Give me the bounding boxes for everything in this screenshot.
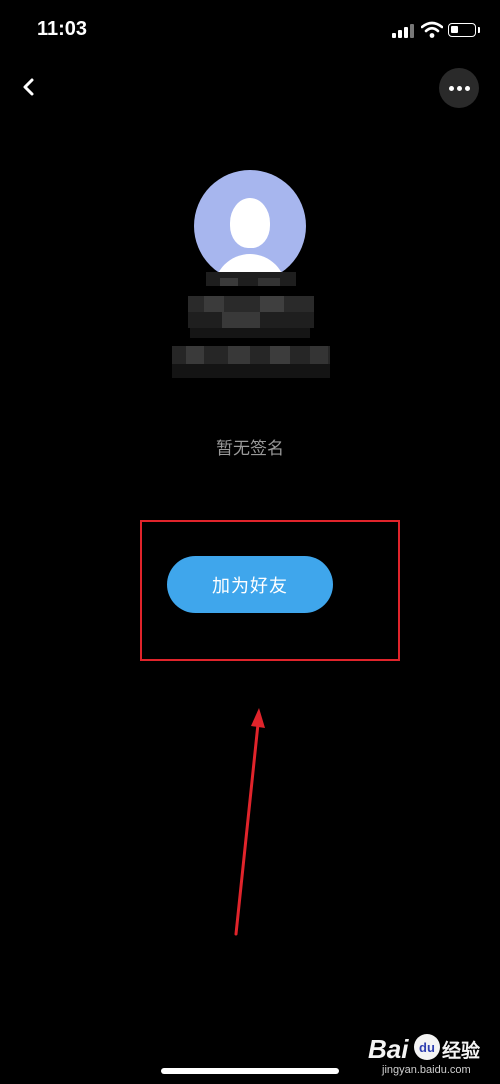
more-dots-icon bbox=[449, 86, 454, 91]
avatar[interactable] bbox=[194, 170, 306, 282]
add-friend-button[interactable]: 加为好友 bbox=[167, 556, 333, 613]
default-avatar-icon bbox=[230, 198, 270, 248]
wifi-icon bbox=[421, 21, 443, 38]
more-options-button[interactable] bbox=[439, 68, 479, 108]
battery-tip bbox=[478, 27, 480, 33]
status-time: 11:03 bbox=[37, 18, 88, 40]
baidu-jingyan-watermark: Bai du 经验 jingyan.baidu.com bbox=[360, 1030, 496, 1080]
signal-icon bbox=[392, 24, 414, 38]
watermark-du: du bbox=[414, 1034, 440, 1060]
more-dot bbox=[465, 86, 470, 91]
back-button[interactable] bbox=[14, 72, 44, 102]
home-indicator[interactable] bbox=[161, 1068, 339, 1074]
watermark-jingyan: 经验 bbox=[442, 1041, 481, 1062]
battery-icon bbox=[448, 23, 476, 37]
watermark-bai: Bai bbox=[368, 1034, 409, 1064]
chevron-left-icon bbox=[23, 78, 34, 96]
more-dot bbox=[457, 86, 462, 91]
signature-text: 暂无签名 bbox=[216, 439, 284, 459]
status-bar: 11:03 bbox=[0, 0, 500, 60]
watermark-url: jingyan.baidu.com bbox=[382, 1064, 471, 1076]
